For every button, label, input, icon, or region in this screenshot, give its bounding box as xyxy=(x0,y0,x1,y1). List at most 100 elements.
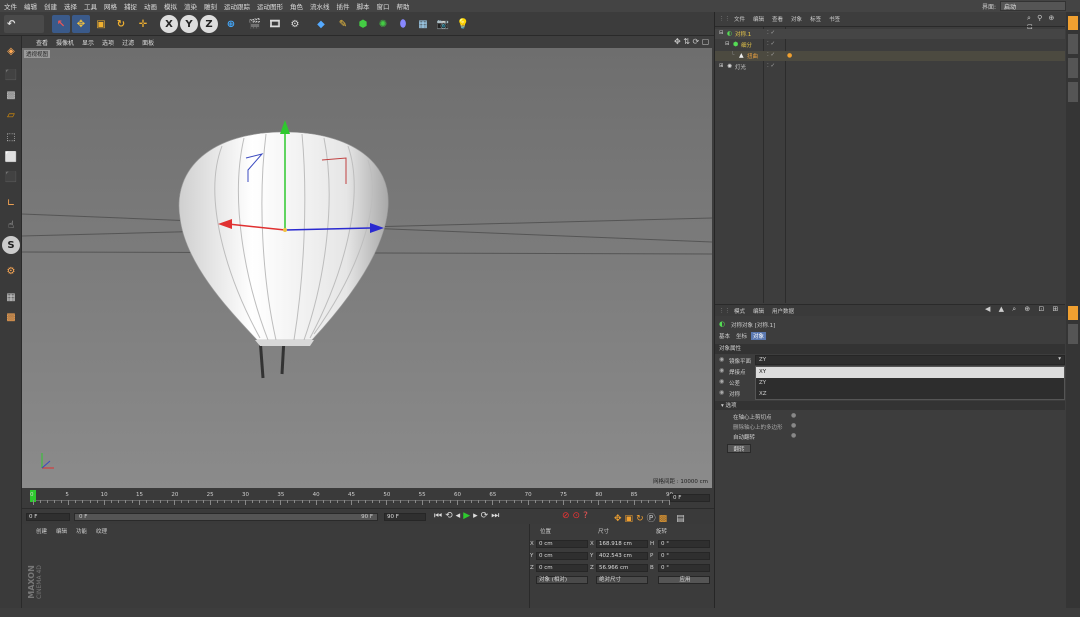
lock-workplane-icon[interactable]: ▦ xyxy=(2,288,20,306)
points-mode-icon[interactable]: ⬚ xyxy=(2,128,20,146)
tree-item-symmetry[interactable]: ⊟ ◐ 对称.1 ⁚ ✓ xyxy=(715,29,1065,39)
viewport-menu-view[interactable]: 查看 xyxy=(36,38,48,47)
menu-window[interactable]: 窗口 xyxy=(377,1,390,11)
menu-create[interactable]: 创建 xyxy=(44,1,57,11)
radio-icon[interactable]: ◉ xyxy=(719,356,724,363)
frame-range-slider[interactable]: 0 F 90 F xyxy=(74,513,378,521)
play-icon[interactable]: ▶ xyxy=(463,511,473,521)
snap-button[interactable]: S xyxy=(2,236,20,254)
record-keys-icon[interactable]: ⊘ xyxy=(562,511,573,521)
x-axis-lock-button[interactable]: X xyxy=(160,15,178,33)
pivot-point[interactable] xyxy=(283,228,287,232)
model-mode-icon[interactable]: ⬛ xyxy=(2,66,20,84)
rotation-p-field[interactable]: 0 ° xyxy=(658,552,710,560)
position-y-field[interactable]: 0 cm xyxy=(536,552,588,560)
viewport-menu-cameras[interactable]: 摄像机 xyxy=(56,38,74,47)
visibility-dots-icon[interactable]: ⁚ ✓ xyxy=(767,41,775,47)
material-menu-create[interactable]: 创建 xyxy=(36,527,47,535)
menu-render[interactable]: 渲染 xyxy=(184,1,197,11)
tab-structure-vertical[interactable] xyxy=(1068,82,1078,102)
make-editable-icon[interactable]: ◈ xyxy=(2,42,20,60)
size-z-field[interactable]: 56.966 cm xyxy=(596,564,648,572)
quantize-icon[interactable]: ⚙ xyxy=(2,262,20,280)
om-menu-file[interactable]: 文件 xyxy=(734,15,745,23)
tab-takes-vertical[interactable] xyxy=(1068,34,1078,54)
tweak-icon[interactable]: ☝ xyxy=(2,216,20,234)
visibility-dots-icon[interactable]: ⁚ ✓ xyxy=(767,30,775,36)
checkbox[interactable]: ● xyxy=(791,432,796,439)
recent-tool-icon[interactable]: ✛ xyxy=(134,15,152,33)
position-x-field[interactable]: 0 cm xyxy=(536,540,588,548)
go-to-start-icon[interactable]: ⏮ xyxy=(434,511,445,521)
am-nav-icons[interactable]: ◀ ▲ ⌕ ⊕ ⊡ ⊞ xyxy=(985,305,1061,314)
menu-motion-tracker[interactable]: 运动跟踪 xyxy=(224,1,250,11)
menu-help[interactable]: 帮助 xyxy=(397,1,410,11)
om-menu-bookmarks[interactable]: 书签 xyxy=(829,15,840,23)
viewport[interactable]: 透视视图 网格间距: 10000 cm xyxy=(22,48,712,488)
render-view-icon[interactable]: 🎬 xyxy=(246,15,264,33)
size-mode-select[interactable]: 绝对尺寸 xyxy=(596,576,648,584)
cube-object-icon[interactable]: ◆ xyxy=(312,15,330,33)
tree-item-subdivision[interactable]: ⊟ ⬢ 细分 ⁚ ✓ xyxy=(715,40,1065,50)
menu-mesh[interactable]: 网格 xyxy=(104,1,117,11)
undo-button[interactable]: ↶ xyxy=(4,15,44,33)
size-y-field[interactable]: 402.543 cm xyxy=(596,552,648,560)
next-key-icon[interactable]: ⟳ xyxy=(481,511,492,521)
tree-item-twist[interactable]: └ ▲ 扭曲 ⁚ ✓ ● xyxy=(715,51,1065,61)
coordinate-mode-select[interactable]: 对象 (相对) xyxy=(536,576,588,584)
visibility-dots-icon[interactable]: ⁚ ✓ xyxy=(767,63,775,69)
tag-icon[interactable]: ● xyxy=(787,52,792,59)
go-to-end-icon[interactable]: ⏭ xyxy=(491,511,502,521)
z-axis-lock-button[interactable]: Z xyxy=(200,15,218,33)
tab-attributes-vertical[interactable] xyxy=(1068,306,1078,320)
viewport-menu-panel[interactable]: 面板 xyxy=(142,38,154,47)
dropdown-option-xz[interactable]: XZ xyxy=(756,389,1064,400)
menu-snap[interactable]: 捕捉 xyxy=(124,1,137,11)
flip-button[interactable]: 翻转 xyxy=(727,444,751,453)
axis-mode-icon[interactable]: ∟ xyxy=(2,194,20,212)
texture-mode-icon[interactable]: ▩ xyxy=(2,86,20,104)
deformer-icon[interactable]: ⬮ xyxy=(394,15,412,33)
end-frame-field[interactable]: 90 F xyxy=(384,513,426,521)
y-axis-lock-button[interactable]: Y xyxy=(180,15,198,33)
current-frame-field[interactable]: 0 F xyxy=(670,494,710,502)
om-menu-objects[interactable]: 对象 xyxy=(791,15,802,23)
viewport-menu-filter[interactable]: 过滤 xyxy=(122,38,134,47)
prev-key-icon[interactable]: ⟲ xyxy=(445,511,456,521)
spline-pen-icon[interactable]: ✎ xyxy=(334,15,352,33)
keyframe-selection-icon[interactable]: ? xyxy=(583,511,591,521)
om-menu-tags[interactable]: 标签 xyxy=(810,15,821,23)
light-icon[interactable]: 💡 xyxy=(454,15,472,33)
tab-object[interactable]: 对象 xyxy=(751,332,767,340)
viewport-menu-options[interactable]: 选项 xyxy=(102,38,114,47)
am-menu-edit[interactable]: 编辑 xyxy=(753,307,764,315)
material-menu-edit[interactable]: 编辑 xyxy=(56,527,67,535)
expand-icon[interactable]: ⊞ xyxy=(719,63,724,69)
radio-icon[interactable]: ◉ xyxy=(719,367,724,374)
edges-mode-icon[interactable]: ⬜ xyxy=(2,148,20,166)
tree-item-light[interactable]: ⊞ ✺ 灯光 ⁚ ✓ xyxy=(715,62,1065,72)
position-z-field[interactable]: 0 cm xyxy=(536,564,588,572)
apply-button[interactable]: 应用 xyxy=(658,576,710,584)
start-frame-field[interactable]: 0 F xyxy=(26,513,70,521)
tab-layers-vertical[interactable] xyxy=(1068,324,1078,344)
workplane-icon[interactable]: ▱ xyxy=(2,106,20,124)
expand-icon[interactable]: ⊟ xyxy=(719,30,724,36)
key-scale-icon[interactable]: ▣ xyxy=(625,514,637,524)
planar-workplane-icon[interactable]: ▩ xyxy=(2,308,20,326)
cloner-icon[interactable]: ✺ xyxy=(374,15,392,33)
menu-tools[interactable]: 工具 xyxy=(84,1,97,11)
material-menu-function[interactable]: 功能 xyxy=(76,527,87,535)
menu-select[interactable]: 选择 xyxy=(64,1,77,11)
viewport-nav-icons[interactable]: ✥ ⇅ ⟳ ▢ xyxy=(674,37,709,46)
timeline-window-icon[interactable]: ▤ xyxy=(676,514,688,524)
menu-pipeline[interactable]: 流水线 xyxy=(310,1,330,11)
rotation-h-field[interactable]: 0 ° xyxy=(658,540,710,548)
next-frame-icon[interactable]: ▸ xyxy=(473,511,481,521)
y-axis-arrow-icon[interactable] xyxy=(280,120,290,134)
layout-select[interactable]: 启动 xyxy=(1000,1,1066,11)
expand-icon[interactable]: ⊟ xyxy=(725,41,730,47)
material-menu-texture[interactable]: 纹理 xyxy=(96,527,107,535)
tab-objects-vertical[interactable] xyxy=(1068,16,1078,30)
floor-icon[interactable]: ▦ xyxy=(414,15,432,33)
